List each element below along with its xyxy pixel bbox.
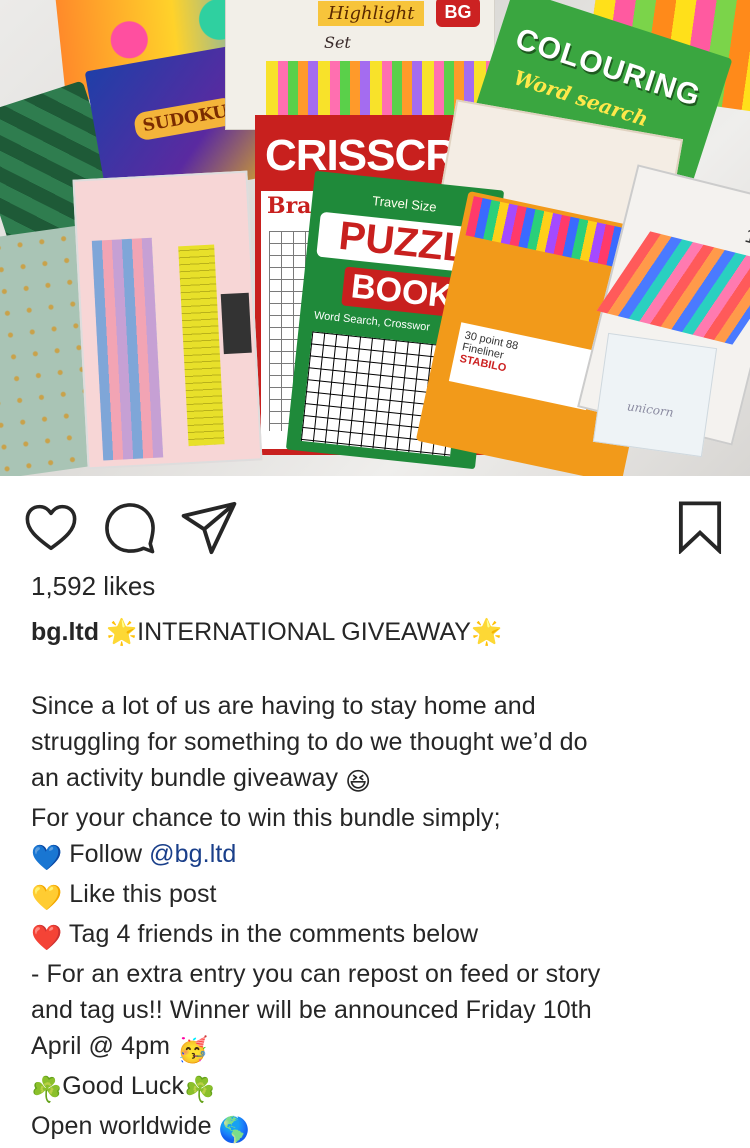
caption-step: ❤️ Tag 4 friends in the comments below xyxy=(31,916,731,956)
sparkle-emoji: 🌟 xyxy=(470,618,503,646)
caption-step: 💛 Like this post xyxy=(31,876,731,916)
bg-logo: BG xyxy=(436,0,480,27)
caption-line: struggling for something to do we though… xyxy=(31,728,588,756)
caption-text: April @ 4pm xyxy=(31,1032,171,1060)
caption-text: an activity bundle giveaway xyxy=(31,764,339,792)
post-image[interactable]: SUDOKU Highlight Set BG COLOURING Word s… xyxy=(0,0,750,476)
caption-line: ☘️Good Luck☘️ xyxy=(31,1068,731,1108)
like-count[interactable]: 1,592 likes xyxy=(31,571,155,602)
comment-icon[interactable] xyxy=(103,501,157,555)
staedtler-stationery-pack xyxy=(72,170,263,470)
caption-text: Tag 4 friends in the comments below xyxy=(68,920,479,948)
sudoku-label: SUDOKU xyxy=(132,96,238,142)
highlight-title: Highlight xyxy=(318,1,425,26)
travel-size-label: Travel Size xyxy=(371,193,438,215)
caption-line: an activity bundle giveaway 😆 xyxy=(31,760,731,800)
unicorn-notebook: unicorn xyxy=(592,332,718,458)
caption-line: Open worldwide 🌎 xyxy=(31,1108,731,1148)
clover-emoji: ☘️ xyxy=(184,1076,216,1104)
caption-text: Like this post xyxy=(69,880,217,908)
post-caption: Since a lot of us are having to stay hom… xyxy=(31,688,731,1148)
party-emoji: 🥳 xyxy=(177,1036,209,1064)
unicorn-text: unicorn xyxy=(626,399,675,420)
blue-heart-emoji: 💙 xyxy=(31,844,63,872)
pastel-pencils xyxy=(596,231,750,345)
red-heart-emoji: ❤️ xyxy=(31,924,63,952)
pencil-count: 12 xyxy=(742,224,750,252)
username-link[interactable]: bg.ltd xyxy=(31,618,99,646)
yellow-heart-emoji: 💛 xyxy=(31,884,63,912)
highlight-set-label: Set xyxy=(324,33,351,52)
caption-step: 💙 Follow @bg.ltd xyxy=(31,836,731,876)
sparkle-emoji: 🌟 xyxy=(105,618,138,646)
grinning-emoji: 😆 xyxy=(345,768,372,796)
clover-emoji: ☘️ xyxy=(31,1076,63,1104)
stabilo-label: 30 point 88 Fineliner STABILO xyxy=(448,322,599,411)
pencils xyxy=(91,237,164,461)
caption-line: Since a lot of us are having to stay hom… xyxy=(31,692,536,720)
caption-text: Follow xyxy=(69,840,150,868)
caption-text: Good Luck xyxy=(62,1072,185,1100)
post-action-bar xyxy=(0,476,750,576)
caption-line: and tag us!! Winner will be announced Fr… xyxy=(31,996,592,1024)
erasers xyxy=(220,292,252,355)
heart-icon[interactable] xyxy=(24,501,78,555)
share-icon[interactable] xyxy=(180,499,238,557)
ruler xyxy=(178,244,225,447)
mention-link[interactable]: @bg.ltd xyxy=(149,840,236,868)
caption-line: April @ 4pm 🥳 xyxy=(31,1028,731,1068)
puzzle-subtitle: Word Search, Crosswor xyxy=(313,309,431,334)
giveaway-headline: INTERNATIONAL GIVEAWAY xyxy=(137,618,471,646)
caption-text: Open worldwide xyxy=(31,1112,212,1140)
caption-line: - For an extra entry you can repost on f… xyxy=(31,960,601,988)
caption-headline: bg.ltd 🌟INTERNATIONAL GIVEAWAY🌟 xyxy=(31,618,502,647)
bookmark-icon[interactable] xyxy=(676,500,724,554)
globe-emoji: 🌎 xyxy=(218,1116,250,1144)
caption-line: For your chance to win this bundle simpl… xyxy=(31,804,501,832)
